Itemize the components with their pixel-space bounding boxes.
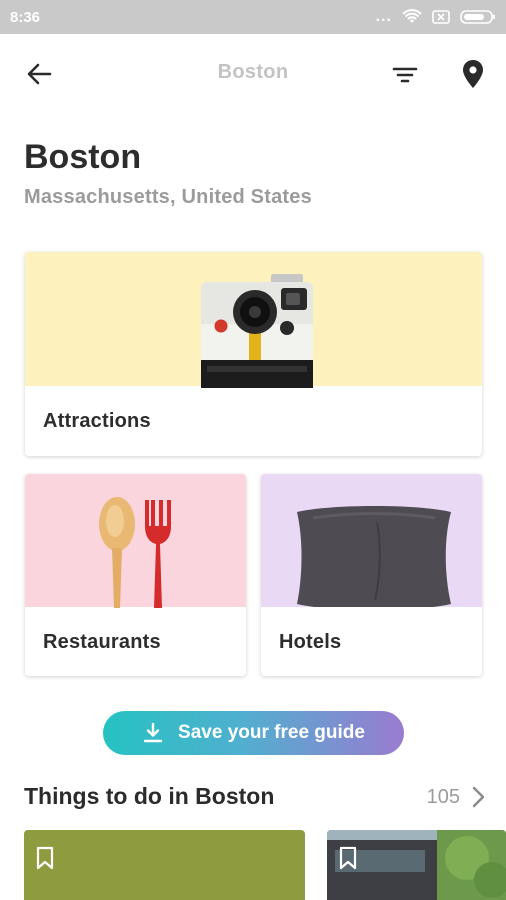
sim-x-icon	[432, 10, 450, 24]
category-card-restaurants[interactable]: Restaurants	[25, 474, 246, 676]
filter-icon[interactable]	[390, 60, 420, 90]
spoon-fork-icon	[99, 497, 171, 608]
instant-camera-icon	[201, 274, 313, 388]
chevron-right-icon[interactable]	[466, 784, 490, 810]
location-pin-icon[interactable]	[458, 58, 488, 90]
save-guide-button[interactable]: Save your free guide	[103, 711, 404, 755]
bookmark-icon[interactable]	[339, 846, 357, 870]
region-subtitle: Massachusetts, United States	[24, 186, 312, 208]
status-bar: 8:36 ...	[0, 0, 506, 34]
download-icon	[143, 722, 163, 743]
category-label-attractions: Attractions	[43, 410, 151, 432]
wifi-icon	[402, 9, 422, 23]
app-bar: Boston	[0, 34, 506, 114]
system-icons: ...	[376, 9, 496, 25]
hotels-image	[261, 474, 482, 607]
category-card-hotels[interactable]: Hotels	[261, 474, 482, 676]
thing-card[interactable]	[327, 830, 506, 900]
things-to-do-count[interactable]: 105	[427, 786, 460, 809]
category-card-attractions[interactable]: Attractions	[25, 252, 482, 456]
battery-icon	[460, 10, 495, 24]
status-time: 8:36	[10, 8, 41, 26]
app-bar-title: Boston	[217, 61, 289, 83]
things-to-do-title: Things to do in Boston	[24, 783, 275, 809]
restaurants-image	[25, 474, 246, 608]
attractions-image	[25, 252, 482, 388]
city-title: Boston	[24, 138, 142, 176]
bookmark-icon[interactable]	[36, 846, 54, 870]
save-guide-label: Save your free guide	[178, 722, 365, 743]
pillow-icon	[297, 506, 451, 607]
thing-card[interactable]	[24, 830, 305, 900]
category-label-hotels: Hotels	[279, 631, 342, 653]
category-label-restaurants: Restaurants	[43, 631, 161, 653]
notification-dots: ...	[375, 8, 392, 25]
